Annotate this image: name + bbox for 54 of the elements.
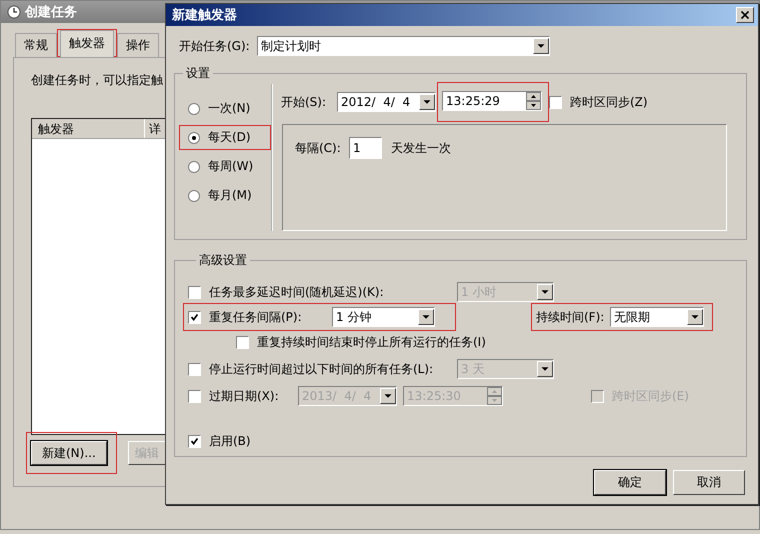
tab[interactable]: 常规: [15, 33, 57, 57]
column-header[interactable]: 触发器: [32, 119, 145, 138]
tab[interactable]: 触发器: [60, 30, 114, 57]
field-label: 开始(S):: [281, 94, 328, 110]
radio-label: 每周(W): [208, 158, 254, 175]
checkbox[interactable]: [188, 390, 201, 402]
radio-button[interactable]: [188, 132, 200, 144]
unit-label: 天发生一次: [391, 140, 451, 156]
spinner-arrows-icon: [526, 92, 541, 110]
input-field[interactable]: 1: [349, 137, 382, 159]
checkbox-label: 启用(B): [209, 433, 251, 450]
time-field[interactable]: 13:25:29: [442, 91, 542, 111]
radio-option[interactable]: 每天(D): [179, 125, 271, 150]
dropdown[interactable]: 制定计划时: [257, 36, 550, 56]
checkbox[interactable]: [236, 336, 249, 348]
dropdown[interactable]: 无限期: [610, 307, 704, 327]
radio-button[interactable]: [188, 102, 200, 114]
field-label: 开始任务(G):: [179, 38, 251, 54]
clock-icon: [7, 5, 21, 19]
new-button[interactable]: 新建(N)...: [31, 441, 107, 465]
radio-label: 每月(M): [208, 187, 252, 204]
radio-label: 一次(N): [208, 100, 250, 117]
checkbox-label: 过期日期(X):: [209, 388, 280, 404]
checkbox-label: 重复持续时间结束时停止所有运行的任务(I): [257, 334, 486, 350]
checkbox[interactable]: [591, 390, 604, 402]
radio-option[interactable]: 每月(M): [179, 183, 271, 208]
tab[interactable]: 操作: [117, 33, 159, 57]
checkbox[interactable]: [549, 96, 562, 108]
close-icon[interactable]: [736, 7, 754, 23]
checkbox-label: 停止运行时间超过以下时间的所有任务(L):: [209, 360, 434, 378]
radio-option[interactable]: 每周(W): [179, 154, 271, 179]
window-title: 创建任务: [25, 4, 77, 21]
field-label: 每隔(C):: [295, 140, 342, 156]
description-text: 创建任务时，可以指定触: [31, 72, 163, 89]
checkbox[interactable]: [188, 362, 201, 376]
field-label: 持续时间(F):: [536, 308, 606, 326]
date-field[interactable]: 2012/ 4/ 4: [337, 92, 436, 112]
radio-option[interactable]: 一次(N): [179, 96, 271, 121]
checkbox-label: 任务最多延迟时间(随机延迟)(K):: [209, 284, 385, 300]
checkbox[interactable]: [188, 435, 201, 448]
checkbox-label: 重复任务间隔(P):: [209, 308, 303, 326]
checkbox-label: 跨时区同步(Z): [570, 94, 648, 110]
ok-button[interactable]: 确定: [594, 470, 666, 495]
cancel-button[interactable]: 取消: [673, 470, 745, 495]
spinner-arrows-icon: [487, 387, 502, 405]
checkbox[interactable]: [188, 310, 201, 324]
radio-label: 每天(D): [208, 129, 251, 146]
checkbox[interactable]: [188, 286, 201, 298]
group-title: 设置: [185, 65, 211, 82]
radio-button[interactable]: [188, 190, 200, 202]
dropdown[interactable]: 1 分钟: [332, 307, 435, 327]
dialog-title: 新建触发器: [172, 6, 237, 24]
group-title: 高级设置: [198, 252, 248, 269]
radio-button[interactable]: [188, 160, 200, 172]
